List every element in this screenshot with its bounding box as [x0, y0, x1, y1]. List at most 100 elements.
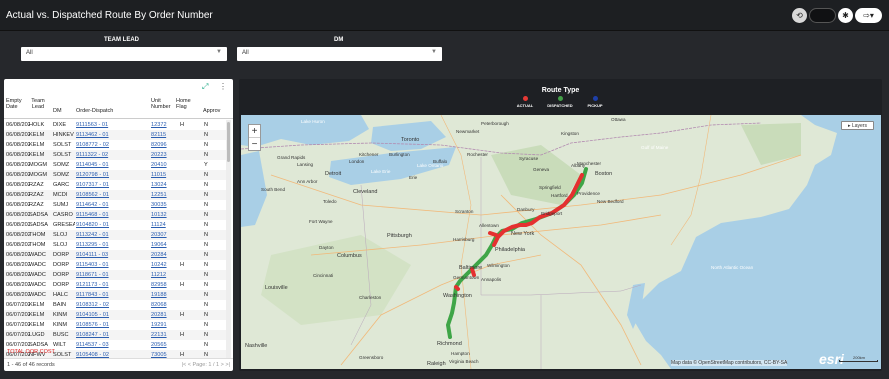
cell-unit-number[interactable]: 19064 — [151, 240, 175, 250]
table-row[interactable]: 06/08/2022THOM SLOJ 9113295 - 0119064 N — [4, 240, 226, 250]
legend-item-actual[interactable]: ACTUAL — [505, 96, 545, 108]
legend-item-dispatched[interactable]: DISPATCHED — [540, 96, 580, 108]
cell-order-dispatch[interactable]: 9107317 - 01 — [76, 180, 148, 190]
cell-order-dispatch[interactable]: 9115468 - 01 — [76, 210, 148, 220]
export-menu-icon[interactable]: ⇨▾ — [855, 8, 882, 23]
table-row[interactable]: 06/08/2022THOM SLOJ 9113242 - 0120307 N — [4, 230, 226, 240]
table-row[interactable]: 06/07/2022KELM BAIN 9108312 - 0282068 N — [4, 300, 226, 310]
cell-unit-number[interactable]: 11015 — [151, 170, 175, 180]
table-row[interactable]: 06/08/2022RZAZ GARC 9107317 - 0113024 N — [4, 180, 226, 190]
cell-unit-number[interactable]: 20223 — [151, 150, 175, 160]
layers-button[interactable]: ▸ Layers — [841, 121, 874, 130]
cell-unit-number[interactable]: 11124 — [151, 220, 175, 230]
legend-item-pickup[interactable]: PICKUP — [575, 96, 615, 108]
cell-order-dispatch[interactable]: 9111563 - 01 — [76, 120, 148, 130]
zoom-in-button[interactable]: + — [249, 125, 260, 138]
table-row[interactable]: 06/07/2022KELM KINM 9108576 - 0119291 N — [4, 320, 226, 330]
table-row[interactable]: 06/07/2022KELM KINM 9104105 - 0120281 H N — [4, 310, 226, 320]
col-home-flag[interactable]: Home Flag — [176, 98, 194, 110]
table-row[interactable]: 06/08/2022MOGM SOMZ 9120798 - 0111015 N — [4, 170, 226, 180]
cell-unit-number[interactable]: 20410 — [151, 160, 175, 170]
cell-team-lead: KELM — [29, 132, 45, 138]
cell-approved: N — [204, 192, 209, 198]
cell-unit-number[interactable]: 13024 — [151, 180, 175, 190]
cell-unit-number[interactable]: 82958 — [151, 280, 175, 290]
cell-order-dispatch[interactable]: 9108576 - 01 — [76, 320, 148, 330]
cell-unit-number[interactable]: 12372 — [151, 120, 175, 130]
zoom-out-button[interactable]: − — [249, 138, 260, 151]
cell-order-dispatch[interactable]: 9104820 - 01 — [76, 220, 148, 230]
cell-order-dispatch[interactable]: 9108312 - 02 — [76, 300, 148, 310]
cell-unit-number[interactable]: 30035 — [151, 200, 175, 210]
table-row[interactable]: 06/08/2022MOGM SOMZ 9114045 - 0120410 Y — [4, 160, 226, 170]
cell-order-dispatch[interactable]: 9108247 - 01 — [76, 330, 148, 340]
route-map[interactable]: Peterborough Newmarket Kingston Toronto … — [241, 115, 881, 369]
cell-unit-number[interactable]: 22131 — [151, 330, 175, 340]
cell-order-dispatch[interactable]: 9108562 - 01 — [76, 190, 148, 200]
expand-icon[interactable]: ⤢ — [202, 82, 208, 92]
col-approved[interactable]: Approv — [203, 108, 220, 114]
cell-order-dispatch[interactable]: 9105408 - 02 — [76, 350, 148, 358]
bookmark-icon[interactable]: ✱ — [838, 8, 853, 23]
table-row[interactable]: 06/08/2022SADSA GRESEA9104820 - 0111124 N — [4, 220, 226, 230]
cell-order-dispatch[interactable]: 9117843 - 01 — [76, 290, 148, 300]
more-vertical-icon[interactable]: ⋮ — [219, 82, 227, 91]
table-row[interactable]: 06/08/2022RZAZ MCDI 9108562 - 0112251 N — [4, 190, 226, 200]
cell-unit-number[interactable]: 82068 — [151, 300, 175, 310]
cell-order-dispatch[interactable]: 9121173 - 01 — [76, 280, 148, 290]
cell-order-dispatch[interactable]: 9115403 - 01 — [76, 260, 148, 270]
reset-icon[interactable]: ⟲ — [792, 8, 807, 23]
cell-unit-number[interactable]: 82115 — [151, 130, 175, 140]
cell-approved: N — [204, 272, 209, 278]
map-label: Toronto — [401, 137, 420, 143]
table-row[interactable]: 06/07/2022LUGD BUSC 9108247 - 0122131 H N — [4, 330, 226, 340]
table-row[interactable]: 06/08/2022SADSA CASRO9115468 - 0110132 N — [4, 210, 226, 220]
col-dm[interactable]: DM — [53, 108, 62, 114]
cell-unit-number[interactable]: 82096 — [151, 140, 175, 150]
dm-select[interactable]: All ▼ — [237, 47, 442, 61]
cell-unit-number[interactable]: 11212 — [151, 270, 175, 280]
table-row[interactable]: 06/08/2022WADC DORP 9115403 - 0110242 H N — [4, 260, 226, 270]
cell-order-dispatch[interactable]: 9118671 - 01 — [76, 270, 148, 280]
cell-order-dispatch[interactable]: 9120798 - 01 — [76, 170, 148, 180]
cell-order-dispatch[interactable]: 9114537 - 03 — [76, 340, 148, 350]
map-canvas[interactable] — [241, 115, 881, 369]
cell-order-dispatch[interactable]: 9113462 - 01 — [76, 130, 148, 140]
cell-order-dispatch[interactable]: 9108772 - 02 — [76, 140, 148, 150]
cell-unit-number[interactable]: 19188 — [151, 290, 175, 300]
table-row[interactable]: 06/08/2022RZAZ SUMJ 9114642 - 0130035 N — [4, 200, 226, 210]
cell-order-dispatch[interactable]: 9113295 - 01 — [76, 240, 148, 250]
cell-unit-number[interactable]: 20307 — [151, 230, 175, 240]
pagination[interactable]: |< < Page: 1 / 1 > >| — [182, 362, 230, 368]
table-row[interactable]: 06/08/2022KELM SOLST 9108772 - 0282096 N — [4, 140, 226, 150]
cell-unit-number[interactable]: 20284 — [151, 250, 175, 260]
cell-unit-number[interactable]: 10242 — [151, 260, 175, 270]
cell-unit-number[interactable]: 10132 — [151, 210, 175, 220]
table-row[interactable]: 06/08/2022KELM SOLST 9111322 - 0220223 N — [4, 150, 226, 160]
map-label: Richmond — [437, 341, 462, 347]
col-order-dispatch[interactable]: Order-Dispatch — [76, 108, 113, 114]
table-row[interactable]: 06/08/2022WADC DORP 9121173 - 0182958 H N — [4, 280, 226, 290]
cell-order-dispatch[interactable]: 9104105 - 01 — [76, 310, 148, 320]
cell-unit-number[interactable]: 20281 — [151, 310, 175, 320]
table-scrollbar[interactable] — [226, 120, 231, 358]
cell-unit-number[interactable]: 20565 — [151, 340, 175, 350]
cell-order-dispatch[interactable]: 9114642 - 01 — [76, 200, 148, 210]
cell-order-dispatch[interactable]: 9114045 - 01 — [76, 160, 148, 170]
table-row[interactable]: 06/08/2022KELM HINKEV9113462 - 0182115 N — [4, 130, 226, 140]
table-row[interactable]: 06/08/2022HOLK DIXE 9111563 - 0112372 H N — [4, 120, 226, 130]
cell-unit-number[interactable]: 19291 — [151, 320, 175, 330]
cell-order-dispatch[interactable]: 9111322 - 02 — [76, 150, 148, 160]
cell-order-dispatch[interactable]: 9113242 - 01 — [76, 230, 148, 240]
col-team-lead[interactable]: Team Lead — [29, 98, 47, 110]
cell-unit-number[interactable]: 12251 — [151, 190, 175, 200]
cell-order-dispatch[interactable]: 9104111 - 03 — [76, 250, 148, 260]
col-unit-number[interactable]: Unit Number — [151, 98, 173, 110]
table-row[interactable]: 06/08/2022WADC DORP 9104111 - 0320284 N — [4, 250, 226, 260]
table-row[interactable]: 06/08/2022WADC DORP 9118671 - 0111212 N — [4, 270, 226, 280]
team-lead-select[interactable]: All ▼ — [21, 47, 227, 61]
toggle-icon[interactable] — [809, 8, 836, 23]
cell-unit-number[interactable]: 73005 — [151, 350, 175, 358]
col-empty-date[interactable]: Empty Date — [6, 98, 26, 110]
table-row[interactable]: 06/08/2022WADC HALC 9117843 - 0119188 N — [4, 290, 226, 300]
